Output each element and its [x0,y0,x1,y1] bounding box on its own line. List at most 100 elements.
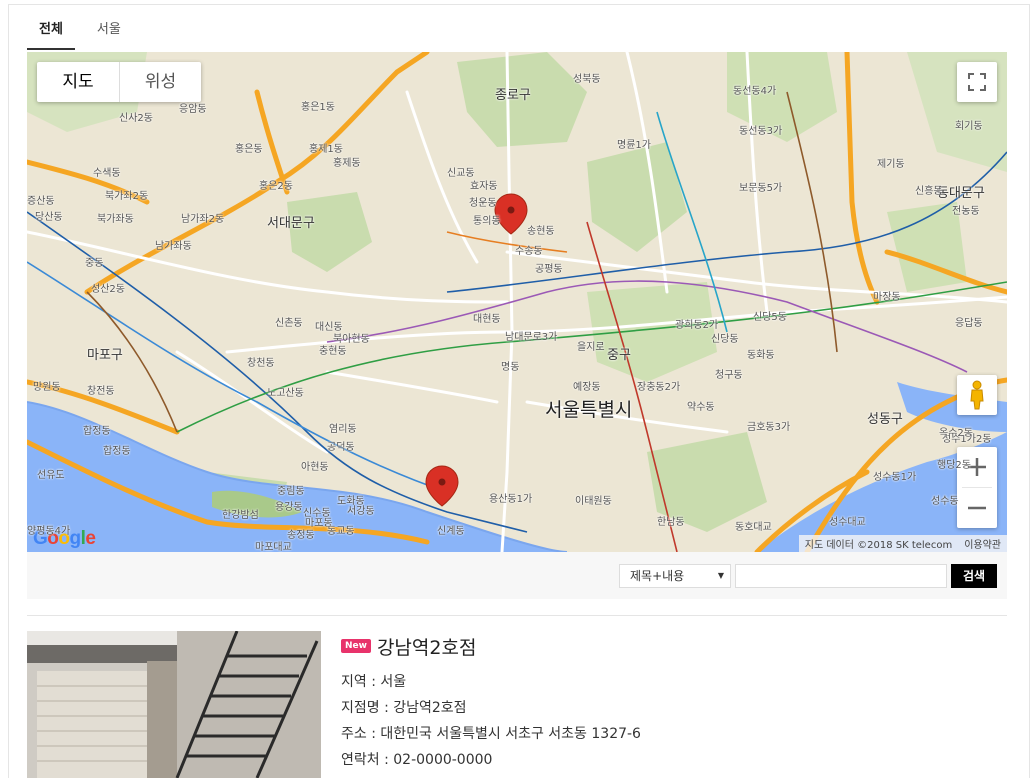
map-place-label: 서강동 [347,506,375,517]
map-type-map-button[interactable]: 지도 [37,62,119,102]
search-bar: 제목+내용 ▼ 검색 [27,552,1007,599]
map-place-label: 양평동4가 [27,526,71,537]
map-place-label: 명륜1가 [617,140,651,151]
map-place-label: 예장동 [573,382,601,393]
map-place-label: 남대문로3가 [505,332,558,343]
map-terms-link[interactable]: 이용약관 [958,536,1007,551]
map-place-label: 동화동 [747,350,775,361]
map-place-label: 홍은동 [235,144,263,155]
map-place-label: 마포구 [87,348,123,363]
map-place-label: 용산동1가 [489,494,533,505]
map-place-label: 청구동 [715,370,743,381]
map-place-label: 서대문구 [267,216,315,231]
map-place-label: 보문동5가 [739,183,783,194]
map-place-label: 광희동2가 [675,320,719,331]
map-place-label: 약수동 [687,402,715,413]
map-place-label: 충현동 [319,346,347,357]
tab-seoul[interactable]: 서울 [85,12,133,50]
listing-branch-name: 지점명 : 강남역2호점 [341,700,467,716]
tab-all[interactable]: 전체 [27,12,75,50]
map-place-label: 옥수2동 [939,428,973,439]
map-place-label: 홍제1동 [309,144,343,155]
map-place-label: 이태원동 [575,496,612,507]
map-place-label: 북가좌동 [97,214,134,225]
map-place-label: 응답동 [955,318,983,329]
map-place-label: 마장동 [873,292,901,303]
listing-region: 지역 : 서울 [341,674,407,690]
map-place-label: 효자동 [470,181,498,192]
map-place-label: 성북동 [573,74,601,85]
divider [27,615,1007,616]
map-place-label: 전농동 [952,206,980,217]
map-place-label: 신수동 [303,508,331,519]
map-place-label: 신계동 [437,526,465,537]
map-place-label: 수색동 [93,168,121,179]
map-place-label: 명동 [501,362,520,373]
map-place-label: 중구 [607,348,631,363]
map-place-label: 종로구 [495,88,531,103]
map-place-label: 동선동3가 [739,126,783,137]
listing-title[interactable]: 강남역2호점 [377,633,477,660]
map-place-label: 창전동 [87,386,115,397]
map-place-label: 용강동 [275,502,303,513]
map-place-label: 한강밤섬 [222,510,259,521]
new-badge: New [341,639,371,653]
map-place-label: 행당2동 [937,460,971,471]
zoom-out-button[interactable] [957,488,997,528]
map-place-label: 남가좌2동 [181,214,225,225]
map-type-control: 지도 위성 [37,62,201,102]
chevron-down-icon: ▼ [717,571,724,580]
map-place-label: 신사2동 [119,113,153,124]
map-place-label: 홍제동 [333,158,361,169]
map-place-label: 남가좌동 [155,241,192,252]
map-place-label: 신촌동 [275,318,303,329]
map-place-label: 북가좌2동 [105,191,149,202]
map-place-label: 성수대교 [829,517,866,528]
listing-info: New 강남역2호점 지역 : 서울 지점명 : 강남역2호점 주소 : 대한민… [341,631,1001,773]
map-place-label: 제기동 [877,159,905,170]
map-place-label: 공평동 [535,264,563,275]
map-place-label: 동호대교 [735,522,772,533]
map-place-label: 송현동 [527,226,555,237]
map-place-label: 합정동 [103,446,131,457]
map-place-label: 공덕동 [327,442,355,453]
map-place-label: 중동 [85,258,104,269]
map-place-label: 홍은1동 [301,102,335,113]
map-place-label: 금호동3가 [747,422,791,433]
map-place-label: 창천동 [247,358,275,369]
map-place-label: 송정동 [287,530,315,541]
map-place-label: 아현동 [301,462,329,473]
map-type-satellite-button[interactable]: 위성 [119,62,201,102]
map-place-label: 청운동 [469,198,497,209]
map-place-label: 대현동 [473,314,501,325]
street-view-pegman-button[interactable] [957,375,997,415]
listing-phone: 연락처 : 02-0000-0000 [341,752,493,768]
map-place-label: 노고산동 [267,388,304,399]
search-input[interactable] [735,564,947,588]
map-place-label: 대신동 [315,322,343,333]
map-place-label: 을지로 [577,342,605,353]
map-place-label: 동대문구 [937,186,985,201]
map-place-label: 성수동1가 [873,472,917,483]
map-place-label: 장충동2가 [637,382,681,393]
map-attribution-text: 지도 데이터 ©2018 SK telecom [804,540,953,551]
map-place-label: 동교동 [327,526,355,537]
map-place-label: 성동구 [867,412,903,427]
search-button[interactable]: 검색 [951,564,997,588]
listing-address: 주소 : 대한민국 서울특별시 서초구 서초동 1327-6 [341,726,641,742]
map-place-label: 신당동 [711,334,739,345]
map-place-label: 홍은2동 [259,181,293,192]
fullscreen-button[interactable] [957,62,997,102]
region-tabs: 전체 서울 [27,12,133,51]
map-place-label: 중림동 [277,486,305,497]
city-label: 서울특별시 [545,399,633,421]
map-place-label: 신당5동 [753,312,787,323]
fullscreen-icon [968,73,986,91]
map-place-label: 응암동 [179,104,207,115]
map-place-label: 한남동 [657,517,685,528]
search-scope-select[interactable]: 제목+내용 ▼ [619,564,731,588]
google-map[interactable]: 서울특별시 지도 위성 Google 지도 데이터 ©2018 SK telec… [27,52,1007,552]
listing-thumbnail[interactable] [27,631,321,778]
map-place-label: 염리동 [329,424,357,435]
map-place-label: 망원동 [33,382,61,393]
